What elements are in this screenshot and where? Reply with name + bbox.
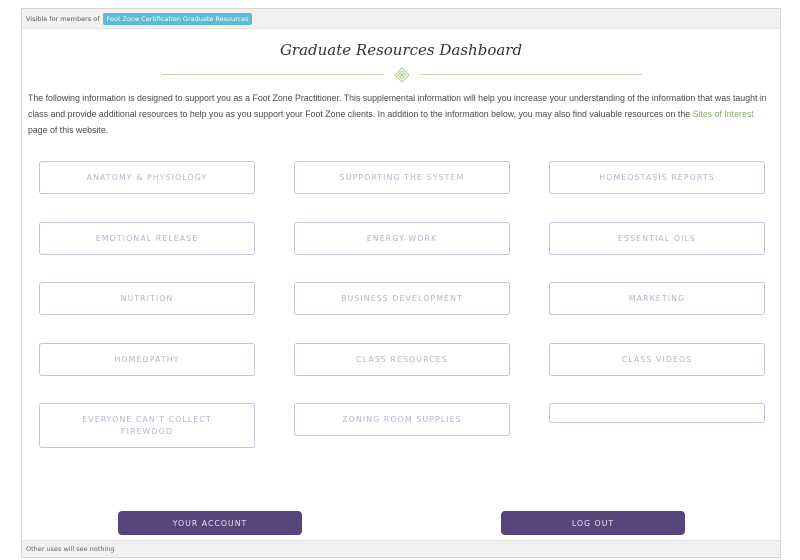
visibility-footer: Other uses will see nothing: [22, 540, 780, 557]
visibility-group-badge: Foot Zone Certification Graduate Resourc…: [103, 12, 252, 25]
resource-button-anatomy-physiology[interactable]: ANATOMY & PHYSIOLOGY: [39, 161, 255, 194]
page-frame: Visible for members of Foot Zone Certifi…: [21, 8, 781, 558]
resource-button-nutrition[interactable]: NUTRITION: [39, 282, 255, 315]
resource-button-emotional-release[interactable]: EMOTIONAL RELEASE: [39, 222, 255, 255]
intro-text: The following information is designed to…: [28, 93, 767, 119]
resource-button-homeopathy[interactable]: HOMEOPATHY: [39, 343, 255, 376]
intro-text-end: page of this website.: [28, 125, 109, 135]
resource-button-energy-work[interactable]: ENERGY WORK: [294, 222, 510, 255]
page-title: Graduate Resources Dashboard: [279, 41, 523, 59]
floral-ornament-icon: [394, 67, 410, 83]
divider-line-left: [162, 74, 384, 75]
log-out-button[interactable]: LOG OUT: [501, 511, 685, 535]
resource-button-homeostasis-reports[interactable]: HOMEOSTASIS REPORTS: [549, 161, 765, 194]
divider-line-right: [420, 74, 642, 75]
intro-paragraph: The following information is designed to…: [28, 90, 768, 138]
resource-button-empty[interactable]: [549, 403, 765, 423]
visibility-bar: Visible for members of Foot Zone Certifi…: [22, 9, 780, 29]
your-account-button[interactable]: YOUR ACCOUNT: [118, 511, 302, 535]
resource-button-everyone-cant-collect-firewood[interactable]: EVERYONE CAN'T COLLECT FIREWOOD: [39, 403, 255, 448]
title-divider: [162, 67, 642, 83]
resource-button-business-development[interactable]: BUSINESS DEVELOPMENT: [294, 282, 510, 315]
resource-button-marketing[interactable]: MARKETING: [549, 282, 765, 315]
sites-of-interest-link[interactable]: Sites of Interest: [693, 109, 754, 119]
resource-button-zoning-room-supplies[interactable]: ZONING ROOM SUPPLIES: [294, 403, 510, 436]
resource-button-essential-oils[interactable]: ESSENTIAL OILS: [549, 222, 765, 255]
resource-button-supporting-the-system[interactable]: SUPPORTING THE SYSTEM: [294, 161, 510, 194]
footer-text: Other uses will see nothing: [26, 545, 115, 553]
visibility-label: Visible for members of: [26, 14, 100, 23]
resource-button-class-resources[interactable]: CLASS RESOURCES: [294, 343, 510, 376]
resource-button-class-videos[interactable]: CLASS VIDEOS: [549, 343, 765, 376]
